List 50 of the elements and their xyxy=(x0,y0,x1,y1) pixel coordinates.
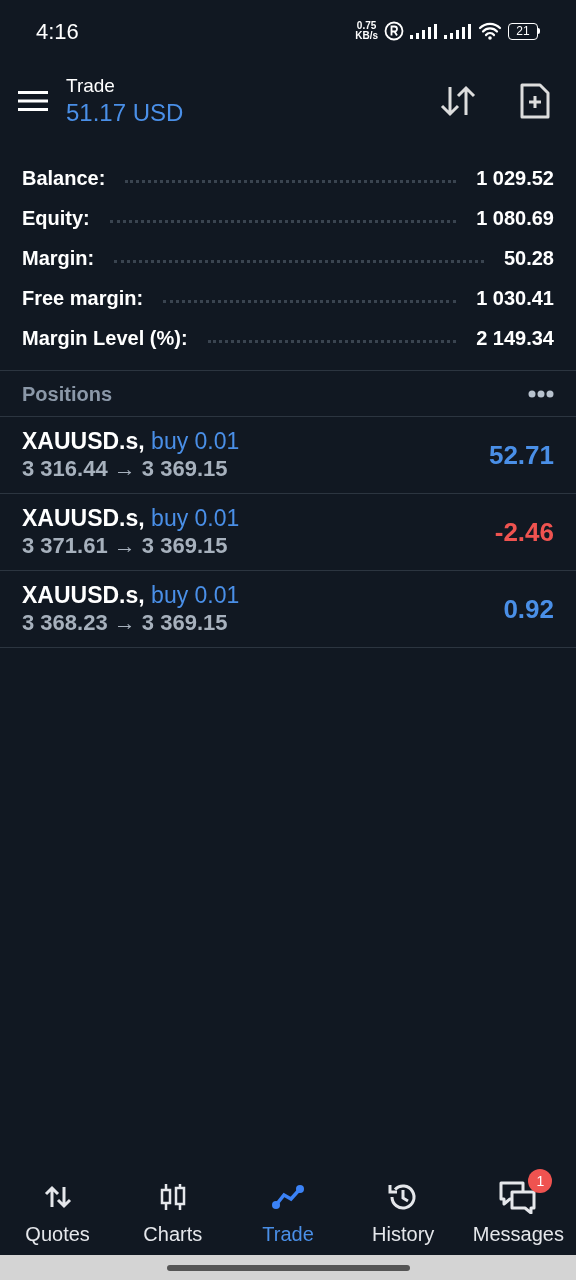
chart-icon xyxy=(158,1182,187,1212)
position-symbol: XAUUSD.s, xyxy=(22,582,145,608)
price-range: 3 368.23 → 3 369.15 xyxy=(22,609,229,636)
summary-value: 50.28 xyxy=(503,246,554,271)
new-order-icon[interactable] xyxy=(520,83,550,119)
quotes-icon xyxy=(43,1185,72,1209)
home-indicator[interactable] xyxy=(166,1264,410,1271)
summary-label: Free margin: xyxy=(22,286,144,311)
order-type: buy 0.01 xyxy=(151,505,240,531)
screen-title: Trade xyxy=(66,74,116,98)
more-icon[interactable] xyxy=(528,389,554,398)
order-type: buy 0.01 xyxy=(151,428,240,454)
status-time: 4:16 xyxy=(36,17,79,46)
wifi-icon xyxy=(478,22,502,40)
price-range: 3 316.44 → 3 369.15 xyxy=(22,455,229,482)
position-row[interactable]: XAUUSD.s, buy 0.01 3 316.44 → 3 369.15 52.71 xyxy=(0,417,576,494)
signal-icon xyxy=(444,23,472,39)
network-speed: 0.75 KB/s xyxy=(355,21,378,41)
chat-icon xyxy=(498,1180,539,1214)
notification-badge: 1 xyxy=(528,1169,553,1193)
position-row[interactable]: XAUUSD.s, buy 0.01 3 368.23 → 3 369.15 0.92 xyxy=(0,571,576,648)
registered-icon xyxy=(384,21,404,41)
summary-value: 2 149.34 xyxy=(476,326,554,351)
section-title: Positions xyxy=(22,381,112,407)
summary-value: 1 080.69 xyxy=(476,206,554,231)
position-profit: 0.92 xyxy=(503,592,554,626)
nav-tab[interactable]: 1 Messages xyxy=(460,1165,576,1253)
nav-tab[interactable]: Charts xyxy=(115,1165,231,1253)
summary-label: Margin Level (%): xyxy=(22,326,188,351)
order-type: buy 0.01 xyxy=(151,582,240,608)
sort-icon[interactable] xyxy=(440,85,476,117)
total-profit: 51.17 USD xyxy=(66,98,185,128)
position-row[interactable]: XAUUSD.s, buy 0.01 3 371.61 → 3 369.15 -2.46 xyxy=(0,494,576,571)
price-range: 3 371.61 → 3 369.15 xyxy=(22,532,229,559)
battery-icon: 21 xyxy=(508,22,540,40)
position-symbol: XAUUSD.s, xyxy=(22,505,145,531)
summary-label: Balance: xyxy=(22,166,106,191)
summary-label: Margin: xyxy=(22,246,95,271)
trend-line-icon xyxy=(271,1184,305,1210)
nav-tab[interactable]: History xyxy=(345,1165,461,1253)
position-profit: 52.71 xyxy=(488,438,554,472)
nav-tab[interactable]: Trade xyxy=(230,1165,346,1253)
nav-tab[interactable]: Quotes xyxy=(0,1165,116,1253)
summary-label: Equity: xyxy=(22,206,90,231)
summary-value: 1 030.41 xyxy=(476,286,554,311)
menu-icon[interactable] xyxy=(18,91,48,111)
signal-icon xyxy=(410,23,438,39)
position-symbol: XAUUSD.s, xyxy=(22,428,145,454)
summary-value: 1 029.52 xyxy=(476,166,554,191)
position-profit: -2.46 xyxy=(494,515,554,549)
